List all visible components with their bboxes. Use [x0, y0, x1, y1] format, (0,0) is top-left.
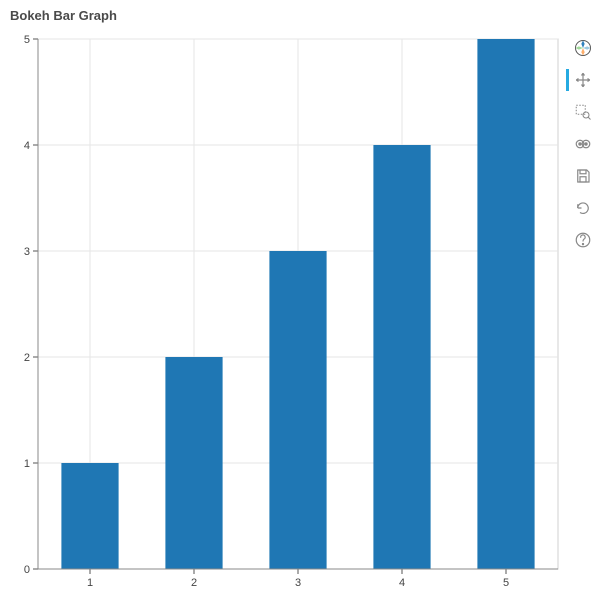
x-tick-label: 1 — [87, 577, 93, 589]
chart-toolbar — [568, 29, 598, 253]
x-tick-label: 5 — [503, 577, 509, 589]
reset-icon[interactable] — [570, 195, 596, 221]
x-tick-label: 4 — [399, 577, 405, 589]
bar[interactable] — [477, 39, 534, 569]
pan-icon[interactable] — [570, 67, 596, 93]
bar[interactable] — [61, 463, 118, 569]
x-tick-label: 2 — [191, 577, 197, 589]
bar[interactable] — [165, 357, 222, 569]
page-title: Bokeh Bar Graph — [10, 8, 602, 23]
y-tick-label: 0 — [24, 564, 30, 576]
bokeh-logo-icon[interactable] — [570, 35, 596, 61]
wheel-zoom-icon[interactable] — [570, 131, 596, 157]
x-tick-label: 3 — [295, 577, 301, 589]
y-tick-label: 1 — [24, 458, 30, 470]
y-tick-label: 5 — [24, 34, 30, 46]
y-tick-label: 3 — [24, 246, 30, 258]
y-tick-label: 2 — [24, 352, 30, 364]
chart-plot[interactable]: 0 1 2 3 4 5 1 2 3 4 5 — [8, 29, 568, 599]
bar[interactable] — [373, 145, 430, 569]
y-tick-label: 4 — [24, 140, 30, 152]
help-icon[interactable] — [570, 227, 596, 253]
bar[interactable] — [269, 251, 326, 569]
box-zoom-icon[interactable] — [570, 99, 596, 125]
save-icon[interactable] — [570, 163, 596, 189]
